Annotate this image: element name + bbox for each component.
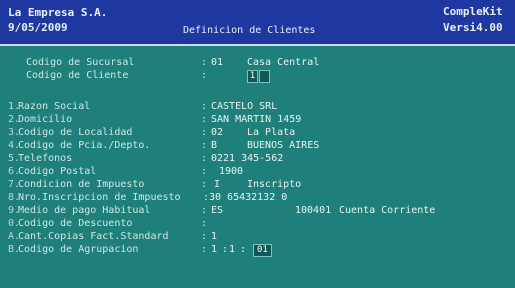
sucursal-code-field[interactable]: 01 xyxy=(211,57,223,68)
field-label: Telefonos xyxy=(18,153,73,164)
agrupacion-field-2[interactable]: 1 xyxy=(229,244,235,255)
colon: : xyxy=(201,205,208,216)
nro-inscripcion-field[interactable]: 30 65432132 0 xyxy=(209,192,287,203)
field-label: Codigo de Pcia./Depto. xyxy=(18,140,151,151)
domicilio-field[interactable]: SAN MARTIN 1459 xyxy=(211,114,301,125)
field-label: Domicilio xyxy=(18,114,73,125)
field-label: Codigo de Descuento xyxy=(18,218,133,229)
cant-copias-field[interactable]: 1 xyxy=(211,231,217,242)
agrupacion-field-1[interactable]: 1 xyxy=(211,244,217,255)
header-bar: La Empresa S.A. 9/05/2009 Definicion de … xyxy=(0,0,515,46)
client-form: Codigo de Sucursal : 01 Casa Central Cod… xyxy=(0,48,515,288)
localidad-name: La Plata xyxy=(247,127,296,138)
field-label: Cant.Copias Fact.Standard xyxy=(18,231,169,242)
medio-pago-code-field[interactable]: ES xyxy=(211,205,223,216)
condicion-impuesto-code-field[interactable]: I xyxy=(214,179,220,190)
colon: : xyxy=(201,218,208,229)
colon: : xyxy=(201,101,208,112)
cliente-label: Codigo de Cliente xyxy=(26,70,129,81)
codigo-postal-field[interactable]: 1900 xyxy=(219,166,243,177)
localidad-code-field[interactable]: 02 xyxy=(211,127,223,138)
colon: : xyxy=(201,153,208,164)
field-label: Codigo de Agrupacion xyxy=(18,244,139,255)
colon: : xyxy=(201,140,208,151)
cliente-code-field-2[interactable] xyxy=(259,70,270,83)
company-name: La Empresa S.A. xyxy=(8,6,108,19)
separator: : xyxy=(222,244,229,255)
sucursal-label: Codigo de Sucursal xyxy=(26,57,135,68)
condicion-impuesto-name: Inscripto xyxy=(247,179,302,190)
product-name: CompleKit xyxy=(443,5,503,18)
colon: : xyxy=(201,166,208,177)
telefonos-field[interactable]: 0221 345-562 xyxy=(211,153,283,164)
field-label: Condicion de Impuesto xyxy=(18,179,145,190)
agrupacion-field-3[interactable]: 01 xyxy=(253,244,272,257)
product-version: Versi4.00 xyxy=(443,21,503,34)
separator: : xyxy=(240,244,247,255)
colon: : xyxy=(201,244,208,255)
provincia-code-field[interactable]: B xyxy=(211,140,217,151)
screen-title: Definicion de Clientes xyxy=(183,25,316,36)
field-label: Razon Social xyxy=(18,101,91,112)
colon: : xyxy=(201,57,208,68)
razon-social-field[interactable]: CASTELO SRL xyxy=(211,101,277,112)
field-label: Nro.Inscripcion de Impuesto xyxy=(18,192,181,203)
system-date: 9/05/2009 xyxy=(8,21,68,34)
medio-pago-account: 100401 xyxy=(295,205,332,216)
cliente-code-field[interactable]: 1 xyxy=(247,70,258,83)
colon: : xyxy=(201,127,208,138)
field-label: Codigo Postal xyxy=(18,166,97,177)
field-label: Codigo de Localidad xyxy=(18,127,133,138)
colon: : xyxy=(201,231,208,242)
colon: : xyxy=(201,70,208,81)
provincia-name: BUENOS AIRES xyxy=(247,140,320,151)
colon: : xyxy=(201,114,208,125)
medio-pago-name: Cuenta Corriente xyxy=(339,205,436,216)
sucursal-name: Casa Central xyxy=(247,57,320,68)
field-label: Medio de pago Habitual xyxy=(18,205,151,216)
colon: : xyxy=(201,179,208,190)
